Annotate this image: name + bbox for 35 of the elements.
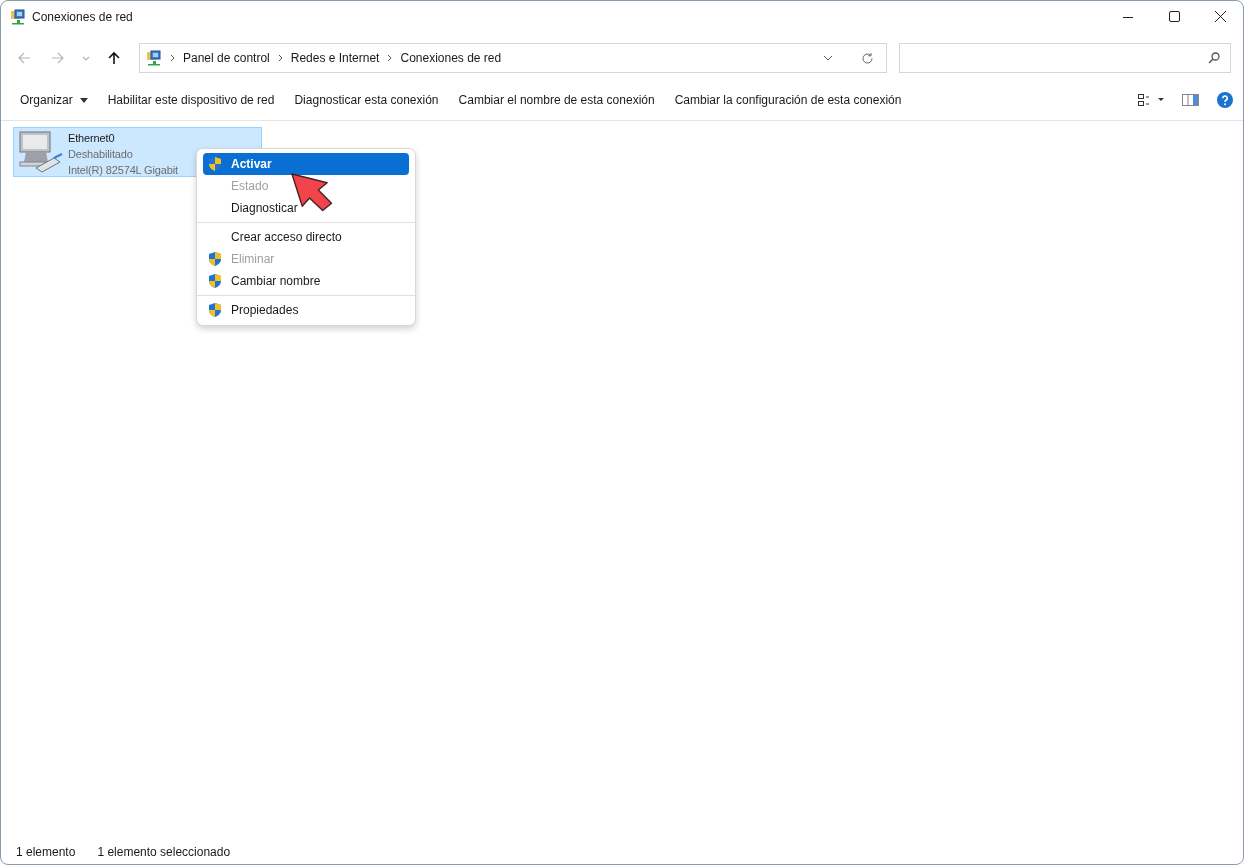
search-icon [1208,52,1220,64]
menu-item[interactable]: Activar [203,153,409,175]
menu-item[interactable]: Crear acceso directo [203,226,409,248]
menu-item[interactable]: Propiedades [203,299,409,321]
connection-name: Ethernet0 [68,131,116,146]
search-field[interactable] [899,43,1231,73]
chevron-right-icon [387,54,393,62]
up-arrow-icon[interactable] [107,51,121,65]
menu-item[interactable]: Cambiar nombre [203,270,409,292]
window-title: Conexiones de red [32,9,133,24]
command-button[interactable]: Cambiar el nombre de esta conexión [448,87,665,113]
maximize-icon[interactable] [1168,11,1180,22]
adapter-name: Intel(R) 82574L Gigabit [68,163,178,176]
organize-menu-button[interactable]: Organizar [10,87,98,113]
command-button[interactable]: Cambiar la configuración de esta conexión [664,87,912,113]
item-count: 1 elemento [16,845,76,859]
menu-item[interactable]: Diagnosticar [203,197,409,219]
close-icon[interactable] [1214,11,1226,22]
chevron-down-icon[interactable] [823,55,833,61]
command-button[interactable]: Habilitar este dispositivo de red [97,87,285,113]
chevron-right-icon [277,54,283,62]
help-icon[interactable] [1217,92,1233,108]
breadcrumb[interactable]: Conexiones de red [400,51,502,65]
window-icon [10,8,26,25]
address-bar[interactable]: Panel de control Redes e Internet Conexiones de red [139,43,887,73]
chevron-right-icon [170,54,175,62]
breadcrumb[interactable]: Panel de control [183,51,270,65]
network-folder-icon [146,50,162,66]
preview-pane-icon[interactable] [1182,94,1199,106]
breadcrumb[interactable]: Redes e Internet [290,51,380,65]
command-button[interactable]: Diagnosticar esta conexión [284,87,449,113]
refresh-icon[interactable] [861,51,874,65]
view-options-icon[interactable] [1138,94,1164,106]
connection-status: Deshabilitado [68,147,134,162]
selection-count: 1 elemento seleccionado [97,845,231,859]
